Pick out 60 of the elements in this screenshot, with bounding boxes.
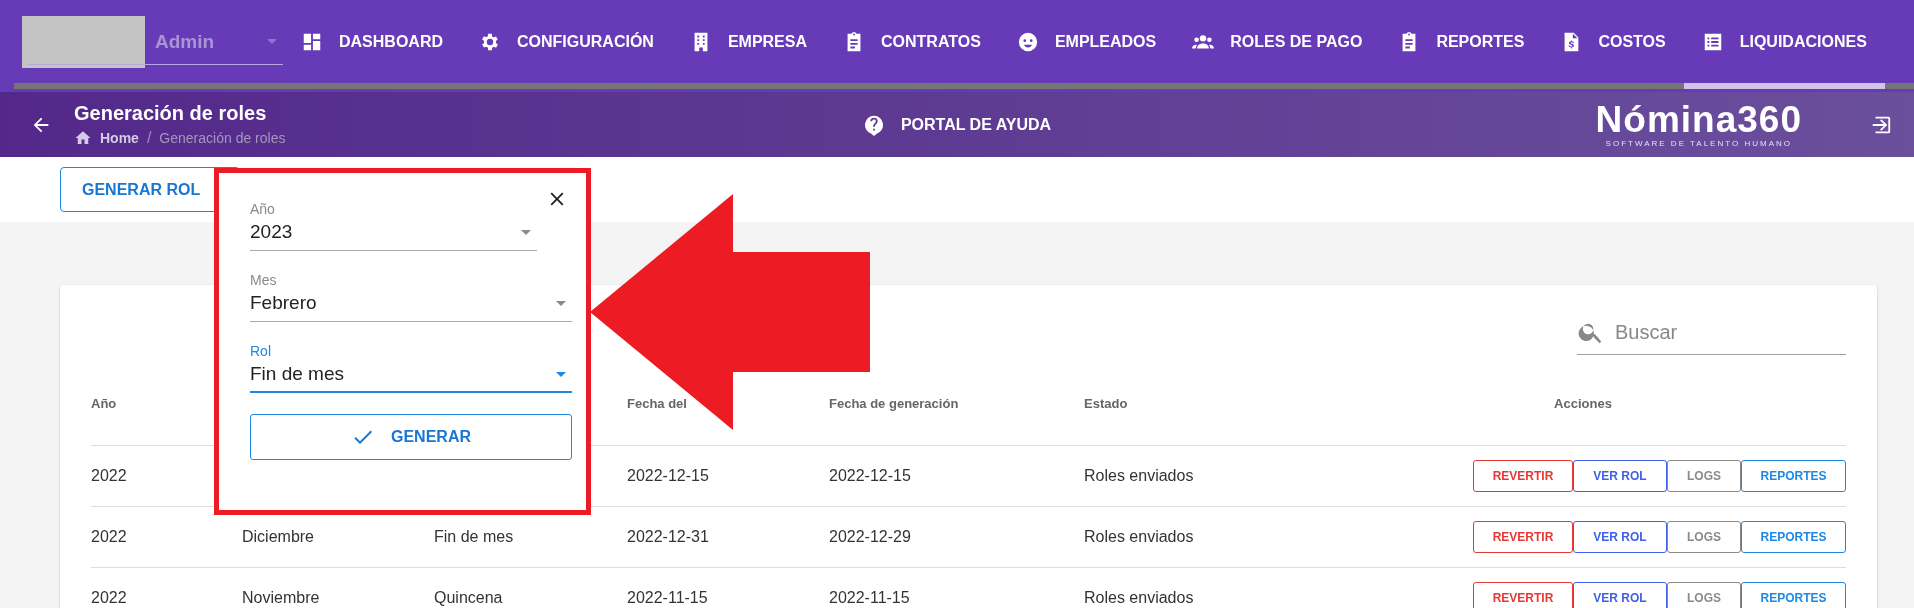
reports-button[interactable]: REPORTES	[1741, 521, 1846, 553]
logs-button[interactable]: LOGS	[1667, 521, 1741, 553]
help-icon	[862, 113, 885, 136]
table-cell: 2022	[91, 528, 127, 546]
table-cell: 2022-12-15	[627, 467, 709, 485]
breadcrumb-current: Generación de roles	[159, 130, 286, 146]
help-link[interactable]: PORTAL DE AYUDA	[900, 115, 1052, 134]
user-name[interactable]: Admin	[155, 30, 267, 53]
nav-tab[interactable]: EMPRESA	[671, 0, 825, 89]
reports-button[interactable]: REPORTES	[1741, 582, 1846, 608]
table-cell: 2022-11-15	[627, 589, 708, 607]
view-role-button[interactable]: VER ROL	[1573, 582, 1667, 608]
column-header: Fecha de generación	[829, 395, 959, 411]
breadcrumb-link[interactable]: Home	[100, 130, 139, 146]
column-header: Fecha del	[627, 395, 687, 411]
column-header: Acciones	[1554, 395, 1612, 411]
table-cell: Fin de mes	[434, 528, 514, 546]
table-cell: Roles enviados	[1084, 528, 1194, 546]
page-title: Generación de roles	[74, 102, 268, 125]
table-cell: Noviembre	[242, 589, 320, 607]
logo-wordmark: Nómina360	[1595, 101, 1802, 139]
nav-tab[interactable]: REPORTES	[1380, 0, 1543, 89]
face-icon	[1016, 30, 1039, 53]
nav-tab[interactable]: CONFIGURACIÓN	[461, 0, 672, 89]
select-field[interactable]: Mes Febrero	[250, 272, 572, 322]
logs-button[interactable]: LOGS	[1667, 582, 1741, 608]
reports-button[interactable]: REPORTES	[1741, 460, 1846, 492]
view-role-button[interactable]: VER ROL	[1573, 521, 1667, 553]
table-cell: 2022-12-15	[829, 467, 911, 485]
revert-button[interactable]: REVERTIR	[1473, 582, 1573, 608]
breadcrumb-separator: /	[146, 129, 152, 147]
revert-button[interactable]: REVERTIR	[1473, 460, 1573, 492]
logo-tagline: SOFTWARE DE TALENTO HUMANO	[1605, 139, 1792, 148]
nav-tab[interactable]: ROLES DE PAGO	[1174, 0, 1381, 89]
home-icon[interactable]	[74, 129, 92, 147]
table-cell: 2022-11-15	[829, 589, 910, 607]
table-cell: 2022	[91, 589, 127, 607]
nav-tab[interactable]: EMPLEADOS	[998, 0, 1175, 89]
nav-tab[interactable]: COSTOS	[1542, 0, 1684, 89]
nav-tab[interactable]: DASHBOARD	[283, 0, 461, 89]
table-cell: 2022-12-31	[627, 528, 709, 546]
nav-tab[interactable]: CONTRATOS	[825, 0, 999, 89]
generate-button[interactable]: GENERAR	[250, 414, 572, 460]
logs-button[interactable]: LOGS	[1667, 460, 1741, 492]
table-cell: 2022-12-29	[829, 528, 911, 546]
table-cell: Roles enviados	[1084, 589, 1194, 607]
revert-button[interactable]: REVERTIR	[1473, 521, 1573, 553]
column-header: Año	[91, 395, 117, 411]
dropdown-caret-icon	[556, 371, 566, 377]
search-field[interactable]: Buscar	[1613, 319, 1817, 345]
table-cell: Quincena	[434, 589, 503, 607]
table-cell: Roles enviados	[1084, 467, 1194, 485]
dropdown-caret-icon	[521, 229, 531, 235]
dropdown-caret-icon	[556, 300, 566, 306]
select-field[interactable]: Rol Fin de mes	[250, 343, 572, 393]
table-cell: Diciembre	[242, 528, 314, 546]
column-header: Estado	[1084, 395, 1128, 411]
view-role-button[interactable]: VER ROL	[1573, 460, 1667, 492]
table-cell: 2022	[91, 467, 127, 485]
select-field[interactable]: Año 2023	[250, 201, 537, 251]
